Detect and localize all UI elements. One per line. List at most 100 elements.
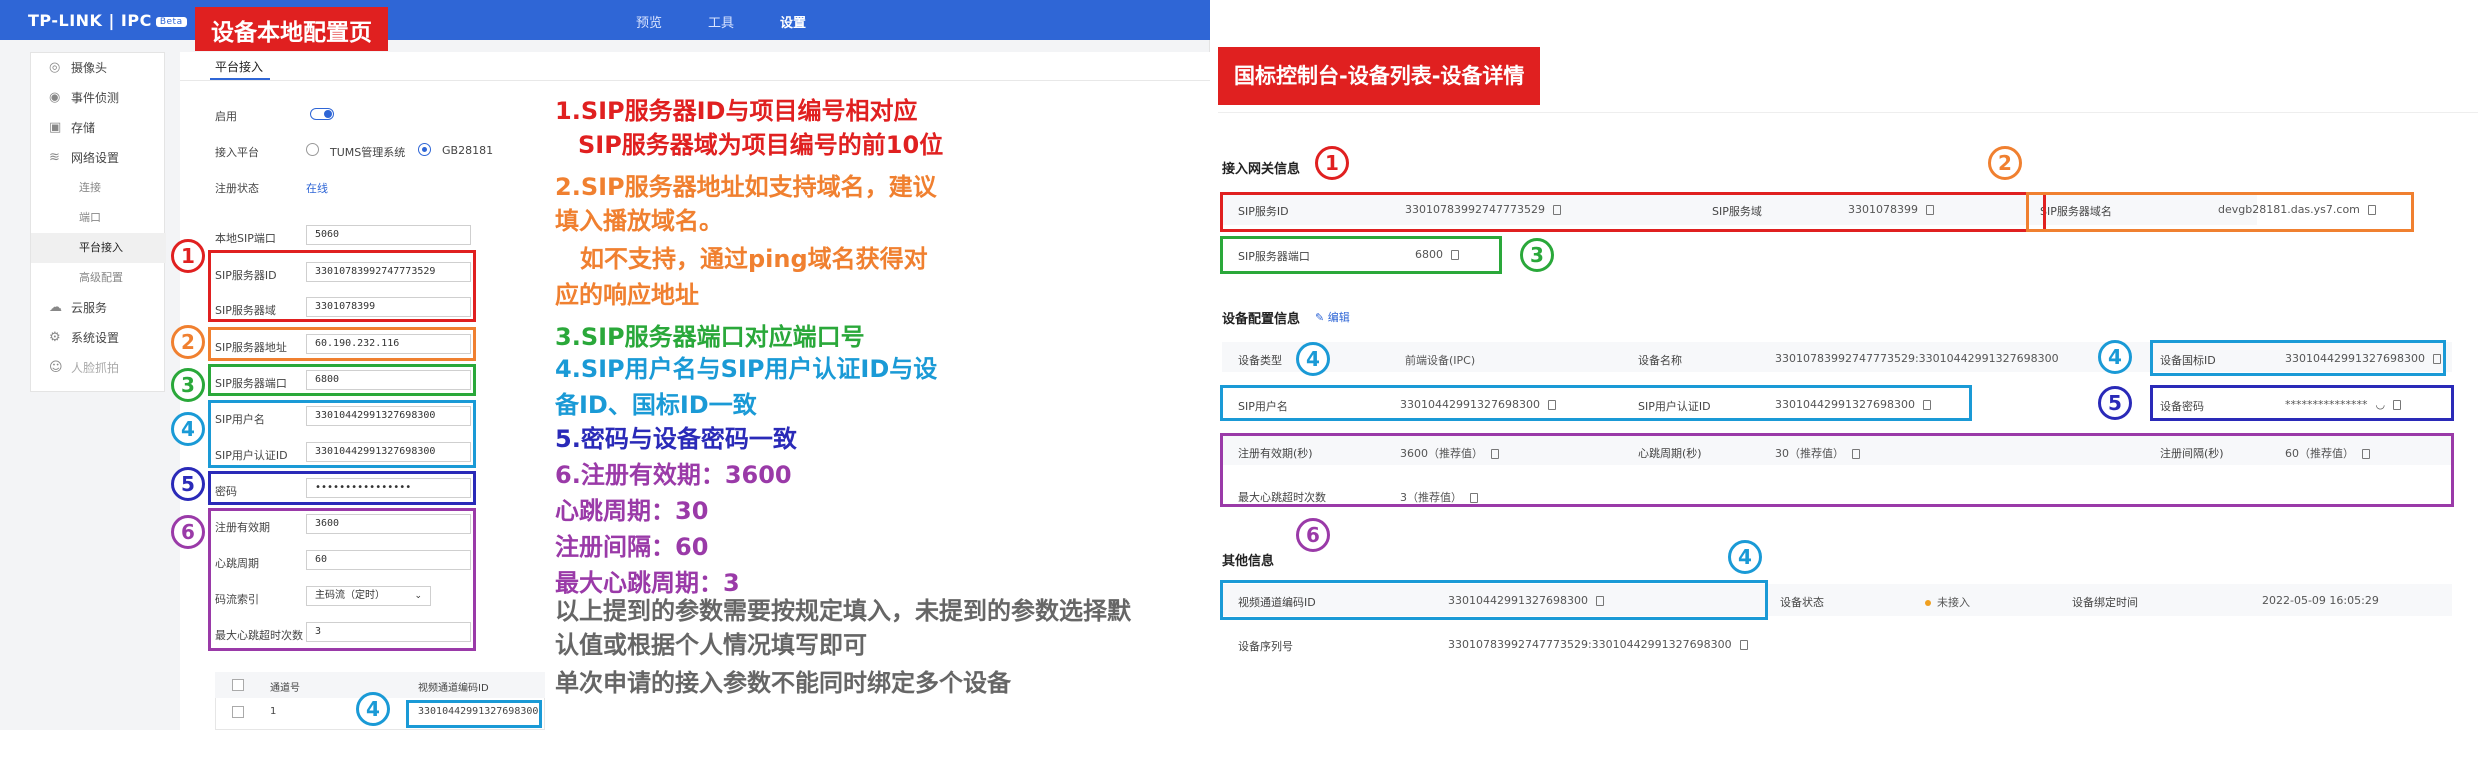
device-status-value: 未接入	[1925, 594, 1970, 610]
note-2b: 填入播放域名。	[555, 207, 723, 235]
local-sip-port-label: 本地SIP端口	[215, 232, 276, 245]
highlight-box-5	[208, 471, 476, 505]
sidebar-item-face-capture[interactable]: ☺ 人脸抓拍	[31, 353, 166, 383]
marker-3: 3	[171, 368, 205, 402]
r-highlight-box-5	[2150, 385, 2454, 421]
r-highlight-box-2	[2026, 192, 2414, 232]
sidebar-item-port[interactable]: 端口	[31, 203, 166, 233]
marker-4: 4	[171, 412, 205, 446]
device-name-value: 33010783992747773529:3301044299132769830…	[1775, 352, 2059, 365]
note-3: 3.SIP服务器端口对应端口号	[555, 323, 865, 351]
r-marker-1: 1	[1315, 146, 1349, 180]
r-highlight-box-6	[1220, 433, 2454, 507]
nav-tab-settings[interactable]: 设置	[780, 12, 806, 31]
edit-icon: ✎	[1315, 311, 1328, 324]
wifi-icon: ≋	[49, 150, 60, 165]
note-general-c: 单次申请的接入参数不能同时绑定多个设备	[555, 669, 1011, 697]
r-highlight-box-3	[1220, 236, 1502, 274]
highlight-box-channel	[406, 700, 542, 728]
note-general-a: 以上提到的参数需要按规定填入，未提到的参数选择默	[555, 597, 1131, 625]
r-marker-2: 2	[1988, 146, 2022, 180]
note-2c: 如不支持，通过ping域名获得对	[580, 245, 928, 273]
device-type-value: 前端设备(IPC)	[1405, 354, 1476, 367]
reg-status-label: 注册状态	[215, 182, 259, 195]
gear-icon: ⚙	[49, 330, 61, 345]
marker-2: 2	[171, 325, 205, 359]
platform-radio-tums[interactable]	[306, 143, 319, 156]
platform-opt-gb28181: GB28181	[442, 144, 494, 157]
device-type-label: 设备类型	[1238, 354, 1282, 367]
note-5: 5.密码与设备密码一致	[555, 425, 797, 453]
section-access-gateway: 接入网关信息	[1222, 162, 1301, 177]
left-panel-title: 设备本地配置页	[195, 7, 388, 51]
sidebar-item-system[interactable]: ⚙ 系统设置	[31, 323, 166, 353]
marker-4-channel: 4	[356, 692, 390, 726]
device-status-label: 设备状态	[1780, 596, 1824, 609]
status-dot	[1925, 600, 1931, 606]
r-marker-4b: 4	[2098, 340, 2132, 374]
face-icon: ☺	[49, 360, 63, 375]
bind-time-value: 2022-05-09 16:05:29	[2262, 594, 2379, 607]
settings-sidebar: ◎ 摄像头 ◉ 事件侦测 ▣ 存储 ≋ 网络设置 连接 端口 平台接入 高级配置 ☁ 云服…	[30, 52, 166, 392]
sidebar-item-event-detection[interactable]: ◉ 事件侦测	[31, 83, 166, 113]
reg-status-value: 在线	[306, 182, 328, 195]
r-marker-4c: 4	[1728, 540, 1762, 574]
marker-5: 5	[171, 467, 205, 501]
serial-no-label: 设备序列号	[1238, 640, 1293, 653]
note-1b: SIP服务器域为项目编号的前10位	[578, 131, 944, 159]
sidebar-item-platform-access[interactable]: 平台接入	[31, 233, 166, 263]
channel-no-header: 通道号	[270, 683, 300, 694]
note-1a: 1.SIP服务器ID与项目编号相对应	[555, 97, 918, 125]
r-highlight-box-1	[1220, 192, 2046, 232]
serial-no-value: 33010783992747773529:3301044299132769830…	[1448, 638, 1748, 651]
platform-radio-gb28181[interactable]	[418, 143, 431, 156]
row-checkbox[interactable]	[232, 706, 244, 718]
right-panel-title: 国标控制台-设备列表-设备详情	[1218, 47, 1541, 105]
sidebar-item-connection[interactable]: 连接	[31, 173, 166, 203]
marker-6: 6	[171, 515, 205, 549]
note-4b: 备ID、国标ID一致	[555, 391, 757, 419]
r-marker-6: 6	[1296, 518, 1330, 552]
r-highlight-box-4b	[1220, 385, 1972, 421]
r-highlight-box-4a	[2150, 340, 2446, 376]
r-marker-4a: 4	[1296, 342, 1330, 376]
channel-code-header: 视频通道编码ID	[418, 683, 489, 694]
sidebar-item-cloud[interactable]: ☁ 云服务	[31, 293, 166, 323]
highlight-box-1	[208, 250, 476, 322]
sidebar-item-advanced[interactable]: 高级配置	[31, 263, 166, 293]
r-highlight-box-4c	[1220, 580, 1768, 620]
highlight-box-6	[208, 508, 476, 651]
select-all-checkbox[interactable]	[232, 679, 244, 691]
sidebar-item-network[interactable]: ≋ 网络设置	[31, 143, 166, 173]
note-6b: 心跳周期：30	[555, 497, 709, 525]
highlight-box-3	[208, 364, 476, 396]
platform-opt-tums: TUMS管理系统	[330, 146, 406, 159]
note-6a: 6.注册有效期：3600	[555, 461, 792, 489]
channel-no-cell: 1	[270, 706, 277, 717]
enable-label: 启用	[215, 110, 237, 123]
enable-toggle[interactable]	[310, 108, 334, 120]
note-general-b: 认值或根据个人情况填写即可	[555, 631, 867, 659]
sidebar-item-camera[interactable]: ◎ 摄像头	[31, 53, 166, 83]
platform-label: 接入平台	[215, 146, 259, 159]
tab-platform-access[interactable]: 平台接入	[215, 58, 263, 75]
r-marker-5: 5	[2098, 386, 2132, 420]
highlight-box-2	[208, 327, 476, 361]
nav-tab-tools[interactable]: 工具	[708, 12, 734, 31]
nav-tab-preview[interactable]: 预览	[636, 12, 662, 31]
bind-time-label: 设备绑定时间	[2072, 596, 2138, 609]
sidebar-item-storage[interactable]: ▣ 存储	[31, 113, 166, 143]
note-2a: 2.SIP服务器地址如支持域名，建议	[555, 173, 937, 201]
storage-icon: ▣	[49, 120, 62, 135]
local-sip-port-input[interactable]: 5060	[306, 225, 471, 245]
note-6c: 注册间隔：60	[555, 533, 709, 561]
note-4a: 4.SIP用户名与SIP用户认证ID与设	[555, 355, 938, 383]
event-icon: ◉	[49, 90, 61, 105]
edit-link[interactable]: ✎ 编辑	[1315, 309, 1350, 325]
section-other-info: 其他信息	[1222, 554, 1275, 569]
note-2d: 应的响应地址	[555, 281, 699, 309]
copy-icon[interactable]	[1739, 640, 1748, 650]
cloud-icon: ☁	[49, 300, 62, 315]
r-marker-3: 3	[1520, 238, 1554, 272]
tplink-logo: TP-LINK | IPC Beta	[28, 11, 187, 30]
